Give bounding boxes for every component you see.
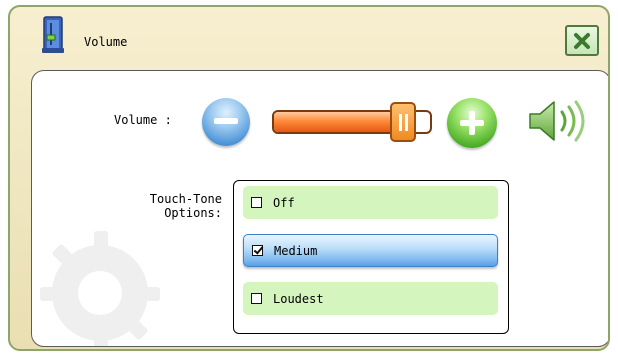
option-medium-checkbox[interactable] xyxy=(252,245,263,256)
volume-slider-thumb[interactable] xyxy=(390,102,416,142)
option-loudest-checkbox[interactable] xyxy=(251,293,262,304)
option-medium[interactable]: Medium xyxy=(243,234,498,267)
touch-tone-label: Touch-Tone Options: xyxy=(112,192,222,220)
volume-decrease-button[interactable] xyxy=(202,98,250,146)
settings-panel: Volume : Touch-Tone Options: Off Medium … xyxy=(31,70,608,347)
volume-label: Volume : xyxy=(114,113,172,127)
window-title: Volume xyxy=(84,35,128,49)
option-medium-label: Medium xyxy=(274,243,318,258)
touch-tone-options: Off Medium Loudest xyxy=(233,180,509,334)
touch-tone-label-line2: Options: xyxy=(164,206,222,220)
close-x-icon xyxy=(574,32,590,49)
close-button[interactable] xyxy=(565,25,599,56)
option-off-label: Off xyxy=(273,195,295,210)
option-loudest[interactable]: Loudest xyxy=(243,282,498,315)
touch-tone-label-line1: Touch-Tone xyxy=(149,192,222,206)
speaker-icon[interactable] xyxy=(522,96,592,146)
option-loudest-label: Loudest xyxy=(273,291,324,306)
option-off[interactable]: Off xyxy=(243,186,498,219)
gear-watermark-icon xyxy=(40,231,160,346)
option-off-checkbox[interactable] xyxy=(251,197,262,208)
volume-slider[interactable] xyxy=(272,102,432,142)
volume-app-icon xyxy=(38,15,72,55)
volume-dialog: Volume Volume : Touch-Tone Options: Off … xyxy=(8,5,610,351)
volume-slider-fill xyxy=(274,112,405,132)
volume-increase-button[interactable] xyxy=(447,98,497,148)
